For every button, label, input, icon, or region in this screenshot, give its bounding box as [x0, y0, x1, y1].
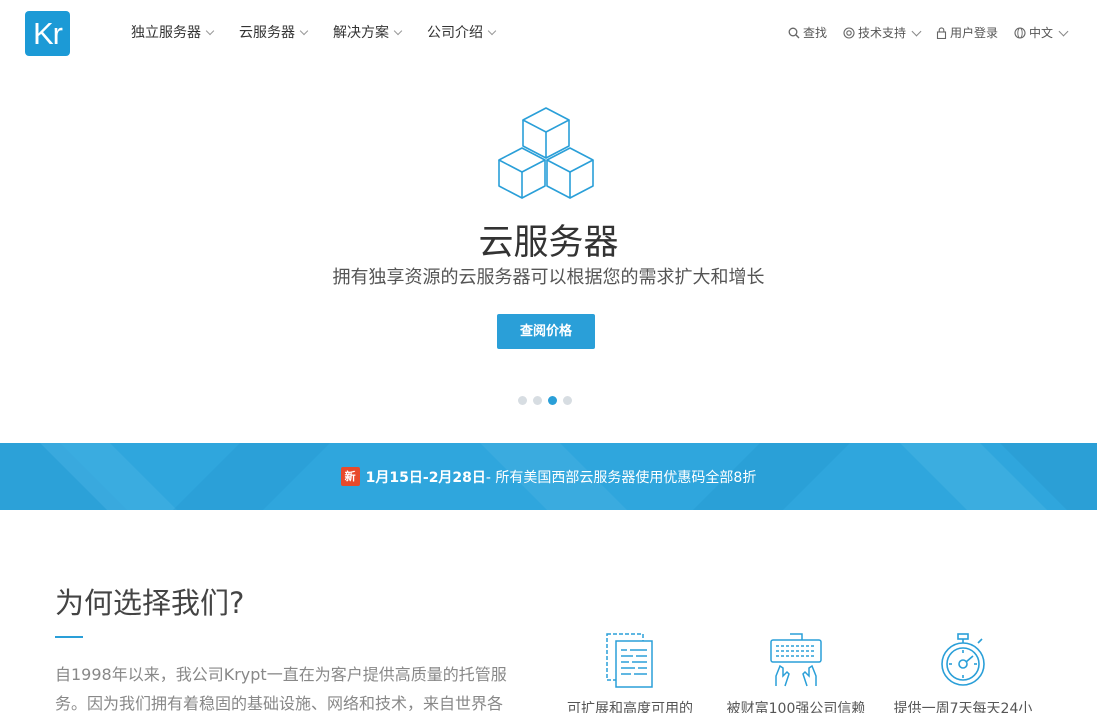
logo[interactable]: Kr: [25, 11, 70, 56]
search-link[interactable]: 查找: [788, 24, 827, 41]
feature-label: 被财富100强公司信赖: [726, 701, 866, 713]
support-label: 技术支持: [857, 26, 906, 40]
language-menu[interactable]: 中文: [1014, 24, 1069, 41]
promo-text: 新 1月15日-2月28日 - 所有美国西部云服务器使用优惠码全部8折: [0, 443, 1097, 510]
language-label: 中文: [1028, 26, 1053, 40]
nav-label: 独立服务器: [131, 25, 201, 41]
promo-date: 1月15日-2月28日: [365, 469, 486, 486]
feature-label: 可扩展和高度可用的: [567, 701, 693, 713]
stopwatch-icon: [941, 633, 985, 686]
why-title: 为何选择我们?: [55, 586, 245, 620]
carousel-dots: [518, 396, 578, 405]
chevron-down-icon: [487, 26, 497, 35]
site-header: Kr 独立服务器 云服务器 解决方案 公司介绍 查找 技术支持 用户登录 中文: [0, 0, 1097, 66]
lock-icon: [936, 26, 947, 39]
chevron-down-icon: [299, 26, 309, 35]
feature-scalable: 可扩展和高度可用的: [550, 632, 710, 713]
hero-title: 云服务器: [478, 223, 619, 263]
main-nav: 独立服务器 云服务器 解决方案 公司介绍: [131, 22, 521, 42]
nav-dedicated-servers[interactable]: 独立服务器: [131, 22, 215, 42]
promo-description: - 所有美国西部云服务器使用优惠码全部8折: [485, 469, 757, 486]
support-menu[interactable]: 技术支持: [843, 24, 922, 41]
nav-about[interactable]: 公司介绍: [427, 22, 497, 42]
search-label: 查找: [802, 26, 827, 40]
title-underline: [55, 636, 83, 638]
why-description: 自1998年以来，我公司Krypt一直在为客户提供高质量的托管服务。因为我们拥有…: [55, 665, 507, 713]
feature-label: 提供一周7天每天24小: [893, 701, 1033, 713]
nav-label: 解决方案: [333, 25, 389, 41]
chevron-down-icon: [911, 26, 922, 36]
search-icon: [788, 27, 800, 38]
feature-support: 提供一周7天每天24小: [883, 632, 1043, 713]
new-badge: 新: [340, 467, 360, 486]
lifebuoy-icon: [843, 26, 855, 39]
chevron-down-icon: [1058, 26, 1069, 36]
nav-label: 云服务器: [239, 25, 295, 41]
login-link[interactable]: 用户登录: [936, 24, 998, 41]
documents-icon: [606, 633, 653, 688]
utility-nav: 查找 技术支持 用户登录 中文: [772, 24, 1069, 41]
carousel-dot[interactable]: [518, 396, 527, 405]
promo-banner[interactable]: 新 1月15日-2月28日 - 所有美国西部云服务器使用优惠码全部8折: [0, 443, 1097, 510]
nav-cloud-servers[interactable]: 云服务器: [239, 22, 309, 42]
feature-trusted: 被财富100强公司信赖: [716, 632, 876, 713]
nav-solutions[interactable]: 解决方案: [333, 22, 403, 42]
cubes-icon: [498, 107, 594, 199]
login-label: 用户登录: [949, 26, 998, 40]
nav-label: 公司介绍: [427, 25, 483, 41]
chevron-down-icon: [205, 26, 215, 35]
hero-subtitle: 拥有独享资源的云服务器可以根据您的需求扩大和增长: [332, 267, 765, 288]
view-pricing-button[interactable]: 查阅价格: [497, 314, 595, 349]
carousel-dot[interactable]: [533, 396, 542, 405]
keyboard-hands-icon: [770, 633, 822, 687]
globe-icon: [1014, 26, 1026, 39]
carousel-dot-active[interactable]: [548, 396, 557, 405]
carousel-dot[interactable]: [563, 396, 572, 405]
chevron-down-icon: [393, 26, 403, 35]
